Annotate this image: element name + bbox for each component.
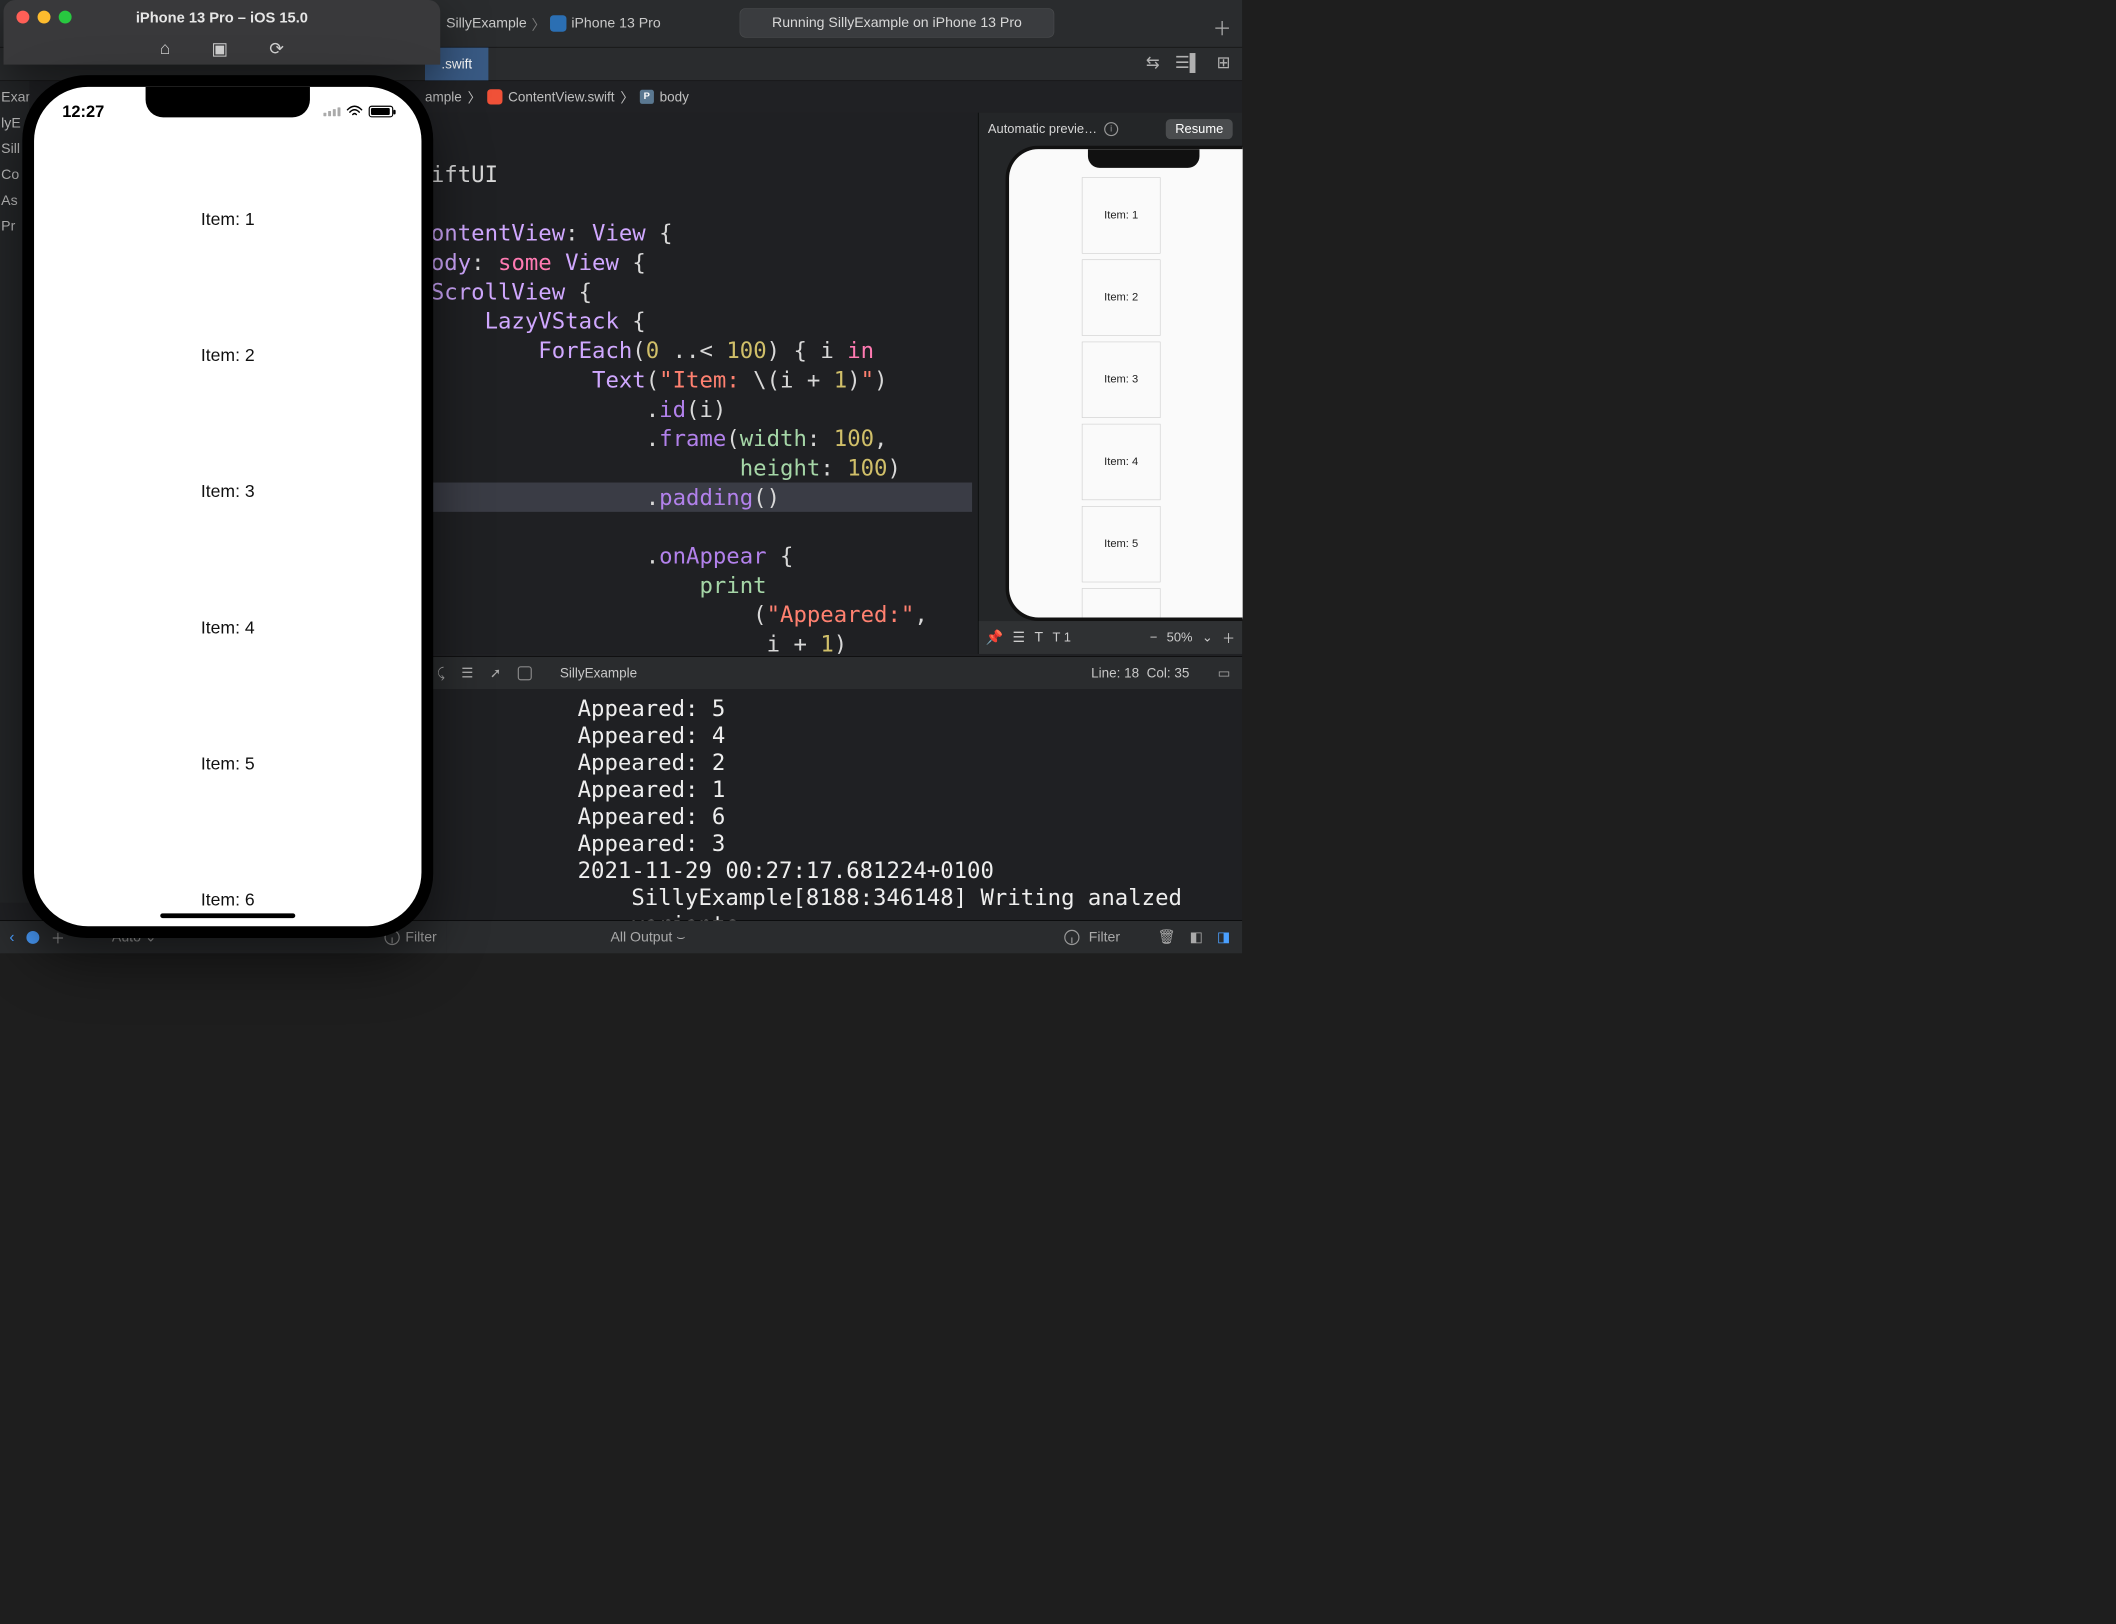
debug-bar: ⤹ ☰ ➚ SillyExample Line: 18 Col: 35 ▭ xyxy=(425,656,1242,689)
preview-item: Item: 5 xyxy=(1082,506,1161,582)
status-bar: 12:27 xyxy=(34,96,421,127)
code-editor[interactable]: iftUI ontentView: View { ody: some View … xyxy=(425,113,978,654)
traffic-lights xyxy=(16,11,71,24)
console-output[interactable]: Appeared: 5 Appeared: 4 Appeared: 2 Appe… xyxy=(425,689,1242,920)
right-panel-toggle-icon[interactable]: ◨ xyxy=(1217,929,1230,946)
split-nav-icon[interactable]: ⇆ xyxy=(1146,53,1160,72)
screenshot-icon[interactable]: ▣ xyxy=(212,38,229,59)
cellular-signal-icon xyxy=(323,107,340,116)
zoom-level[interactable]: 50% xyxy=(1167,630,1193,645)
simulator-phone-frame: 12:27 Item: 1 Item: 2 Item: 3 Item: 4 It… xyxy=(22,75,433,938)
console-filter-bar: All Output ⌣ Filter 🗑 ◧ ◨ xyxy=(446,920,1242,953)
minimap-icon[interactable]: ☰▌ xyxy=(1175,53,1201,72)
simulator-screen[interactable]: 12:27 Item: 1 Item: 2 Item: 3 Item: 4 It… xyxy=(34,87,421,926)
console-panel-toggle-icon[interactable]: ▭ xyxy=(1218,665,1231,681)
recent-nav-icon[interactable]: ‹ xyxy=(9,928,14,946)
pin-icon[interactable]: 📌 xyxy=(986,629,1004,646)
minimize-window-button[interactable] xyxy=(38,11,51,24)
list-item: Item: 3 xyxy=(34,424,421,560)
resume-button[interactable]: Resume xyxy=(1166,119,1233,139)
preview-toolbar: 📌 ☰ T T 1 − 50% ⌄ ＋ xyxy=(979,621,1243,654)
app-square-icon xyxy=(518,666,532,680)
tab-label: .swift xyxy=(441,56,472,72)
wifi-icon xyxy=(346,105,362,118)
rotate-icon[interactable]: ⟳ xyxy=(269,38,284,59)
swiftui-preview-panel: Automatic previe… i Resume Item: 1 Item:… xyxy=(978,113,1242,654)
status-time: 12:27 xyxy=(62,102,104,121)
activity-status: Running SillyExample on iPhone 13 Pro xyxy=(740,8,1055,37)
location-icon[interactable]: ➚ xyxy=(490,665,501,681)
preview-item: Item: 1 xyxy=(1082,177,1161,253)
preview-t1[interactable]: T 1 xyxy=(1053,630,1071,645)
console-filter-field[interactable]: Filter xyxy=(1089,929,1120,945)
close-window-button[interactable] xyxy=(16,11,29,24)
output-mode-button[interactable]: All Output ⌣ xyxy=(610,929,685,945)
editor-jump-bar[interactable]: ample 〉 ContentView.swift 〉 P body xyxy=(425,81,1230,113)
chevron-right-icon: 〉 xyxy=(468,87,482,107)
run-destination[interactable]: iPhone 13 Pro xyxy=(571,15,660,31)
list-item: Item: 1 xyxy=(34,151,421,287)
app-scroll-content[interactable]: Item: 1 Item: 2 Item: 3 Item: 4 Item: 5 … xyxy=(34,87,421,926)
jumpbar-file[interactable]: ContentView.swift xyxy=(508,89,614,105)
list-item: Item: 5 xyxy=(34,696,421,832)
simulator-toolbar: ⌂ ▣ ⟳ xyxy=(4,33,441,65)
zoom-out-icon[interactable]: − xyxy=(1150,630,1158,645)
preview-header: Automatic previe… i Resume xyxy=(979,113,1243,146)
preview-item xyxy=(1082,588,1161,621)
jumpbar-symbol[interactable]: body xyxy=(660,89,689,105)
step-controls-icon[interactable]: ☰ xyxy=(461,665,473,681)
chevron-down-icon[interactable]: ⌄ xyxy=(1202,630,1213,645)
list-item: Item: 2 xyxy=(34,288,421,424)
chevron-right-icon: 〉 xyxy=(531,13,545,34)
left-panel-toggle-icon[interactable]: ◧ xyxy=(1190,929,1203,946)
scheme-name[interactable]: SillyExample xyxy=(446,15,527,31)
battery-icon xyxy=(369,106,394,118)
sliders-icon[interactable]: ☰ xyxy=(1013,629,1026,646)
cursor-position: Line: 18 Col: 35 xyxy=(1091,665,1189,681)
property-icon: P xyxy=(640,90,654,104)
text-style-icon[interactable]: T xyxy=(1035,629,1044,645)
zoom-window-button[interactable] xyxy=(59,11,72,24)
simulator-window-titlebar[interactable]: iPhone 13 Pro – iOS 15.0 ⌂ ▣ ⟳ xyxy=(4,0,441,65)
preview-status-text: Automatic previe… xyxy=(988,122,1097,137)
zoom-in-icon[interactable]: ＋ xyxy=(1222,628,1235,647)
home-indicator[interactable] xyxy=(160,913,295,918)
simulator-device: 12:27 Item: 1 Item: 2 Item: 3 Item: 4 It… xyxy=(22,75,433,938)
activity-text: Running SillyExample on iPhone 13 Pro xyxy=(772,15,1022,31)
device-icon xyxy=(550,15,566,31)
new-tab-button[interactable]: ＋ xyxy=(1213,14,1232,41)
preview-item: Item: 2 xyxy=(1082,259,1161,335)
preview-item: Item: 3 xyxy=(1082,342,1161,418)
add-panel-icon[interactable]: ⊞ xyxy=(1217,53,1231,72)
debug-target[interactable]: SillyExample xyxy=(560,665,637,681)
trash-icon[interactable]: 🗑 xyxy=(1158,929,1176,946)
list-item: Item: 4 xyxy=(34,560,421,696)
breakpoint-nav-icon[interactable]: ⤹ xyxy=(437,665,445,681)
editor-right-tools: ⇆ ☰▌ ⊞ xyxy=(1146,53,1230,72)
chevron-right-icon: 〉 xyxy=(620,87,634,107)
preview-content: Item: 1 Item: 2 Item: 3 Item: 4 Item: 5 xyxy=(1009,149,1243,621)
home-icon[interactable]: ⌂ xyxy=(160,39,171,59)
device-notch xyxy=(1088,149,1200,168)
swift-icon xyxy=(487,89,502,104)
filter-icon[interactable] xyxy=(1064,930,1079,945)
preview-item: Item: 4 xyxy=(1082,424,1161,500)
list-item: Item: 6 xyxy=(34,832,421,926)
info-icon[interactable]: i xyxy=(1104,122,1118,136)
preview-device-canvas[interactable]: Item: 1 Item: 2 Item: 3 Item: 4 Item: 5 xyxy=(1006,146,1243,621)
